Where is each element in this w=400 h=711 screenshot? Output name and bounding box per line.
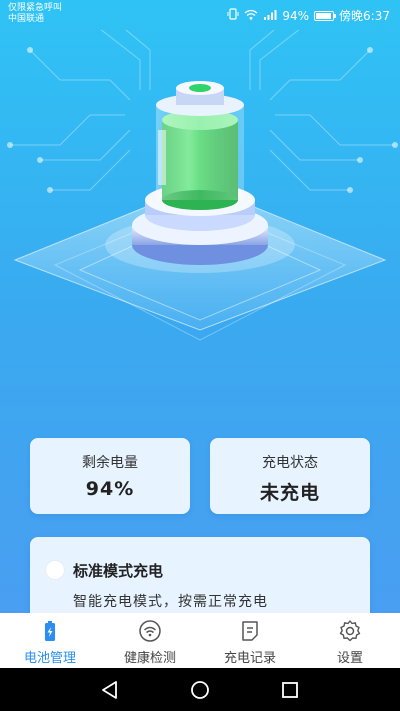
tab-label: 设置 bbox=[336, 651, 363, 666]
record-icon bbox=[242, 621, 258, 641]
carrier-line-2: 中国联通 bbox=[8, 14, 45, 24]
battery-percent: 94% bbox=[282, 8, 310, 23]
charge-status-value: 未充电 bbox=[259, 482, 320, 504]
mode-description: 智能充电模式，按需正常充电 bbox=[73, 594, 268, 610]
tab-label: 电池管理 bbox=[23, 651, 76, 666]
tab-health-check[interactable]: 健康检测 bbox=[100, 613, 200, 668]
clock: 傍晚6:37 bbox=[339, 9, 390, 23]
charge-status-card: 充电状态 未充电 bbox=[210, 438, 370, 514]
gear-icon bbox=[339, 620, 361, 642]
system-nav-bar bbox=[0, 668, 400, 711]
mode-title: 标准模式充电 bbox=[73, 562, 164, 580]
wifi-icon bbox=[244, 9, 258, 23]
tab-charging-records[interactable]: 充电记录 bbox=[200, 613, 300, 668]
remaining-charge-card: 剩余电量 94% bbox=[30, 438, 190, 514]
recents-icon[interactable] bbox=[279, 679, 301, 701]
carrier-info: 仅限紧急呼叫 中国联通 bbox=[8, 3, 62, 25]
tab-settings[interactable]: 设置 bbox=[300, 613, 400, 668]
vibrate-icon bbox=[227, 8, 239, 23]
remaining-charge-value: 94% bbox=[85, 478, 135, 500]
home-icon[interactable] bbox=[189, 679, 211, 701]
mode-radio[interactable] bbox=[45, 560, 65, 580]
signal-icon bbox=[263, 9, 277, 23]
status-bar: 仅限紧急呼叫 中国联通 94% 傍晚6:37 bbox=[0, 0, 400, 30]
wifi-icon bbox=[139, 620, 161, 642]
status-icons: 94% 傍晚6:37 bbox=[227, 7, 390, 24]
battery-illustration bbox=[13, 81, 387, 341]
battery-icon bbox=[45, 621, 55, 641]
tab-label: 健康检测 bbox=[123, 651, 176, 666]
battery-status-icon bbox=[314, 10, 337, 21]
back-icon[interactable] bbox=[99, 679, 121, 701]
carrier-line-1: 仅限紧急呼叫 bbox=[8, 3, 63, 13]
bottom-tab-bar: 电池管理 健康检测 充电记录 设置 bbox=[0, 613, 400, 668]
tab-label: 充电记录 bbox=[223, 651, 276, 666]
charge-status-label: 充电状态 bbox=[262, 455, 318, 471]
remaining-charge-label: 剩余电量 bbox=[82, 455, 138, 471]
tab-battery-management[interactable]: 电池管理 bbox=[0, 613, 100, 668]
